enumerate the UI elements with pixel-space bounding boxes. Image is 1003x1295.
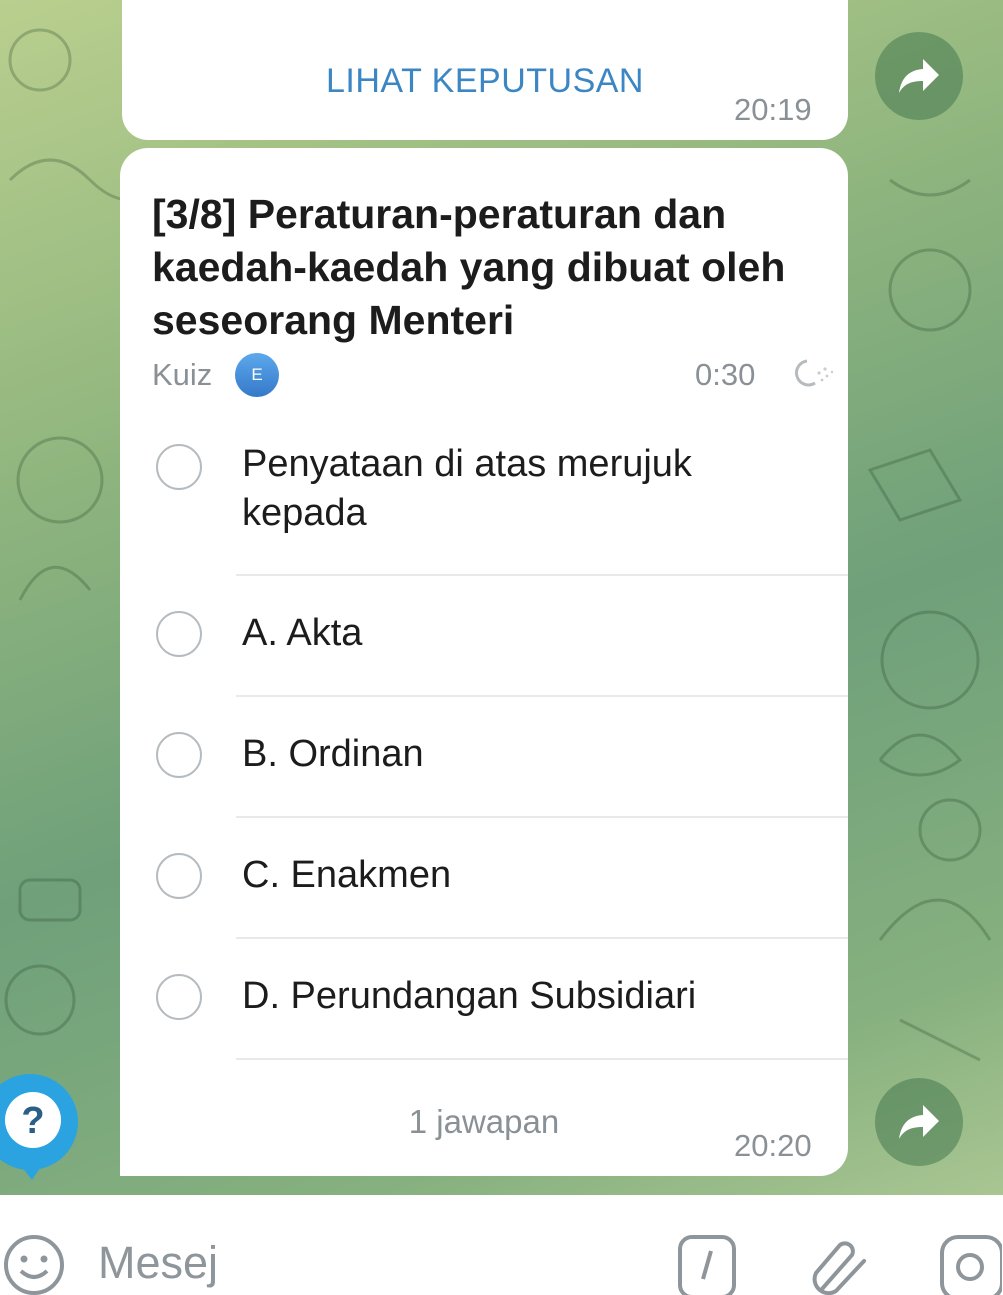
quiz-meta-row: Kuiz E 0:30 xyxy=(152,351,834,397)
voter-avatar[interactable]: E xyxy=(235,353,279,397)
message-input-bar: Mesej xyxy=(0,1195,1003,1295)
option-divider xyxy=(236,574,848,576)
radio-button[interactable] xyxy=(156,732,202,778)
previous-message-time: 20:19 xyxy=(734,92,812,127)
quiz-message-bubble: [3/8] Peraturan-peraturan dan kaedah-kae… xyxy=(120,148,848,1176)
slash-command-icon[interactable] xyxy=(676,1233,738,1295)
forward-button[interactable] xyxy=(875,1078,963,1166)
forward-arrow-icon xyxy=(899,59,939,93)
forward-arrow-icon xyxy=(899,1105,939,1139)
camera-icon[interactable] xyxy=(938,1233,1002,1295)
radio-button[interactable] xyxy=(156,974,202,1020)
paperclip-icon[interactable] xyxy=(808,1233,872,1295)
radio-button[interactable] xyxy=(156,853,202,899)
radio-button[interactable] xyxy=(156,444,202,490)
forward-button[interactable] xyxy=(875,32,963,120)
message-input[interactable]: Mesej xyxy=(98,1237,218,1289)
option-divider xyxy=(236,937,848,939)
option-divider xyxy=(236,816,848,818)
svg-text:?: ? xyxy=(21,1100,44,1142)
option-label: B. Ordinan xyxy=(242,733,424,775)
option-label: Penyataan di atas merujuk kepada xyxy=(242,443,692,534)
question-mark-icon[interactable]: ? xyxy=(0,1070,88,1180)
quiz-message-time: 20:20 xyxy=(734,1128,812,1163)
option-label: C. Enakmen xyxy=(242,854,452,896)
timer-icon xyxy=(795,359,834,387)
option-divider xyxy=(236,1058,848,1060)
quiz-timer: 0:30 xyxy=(695,357,756,392)
view-results-button[interactable]: LIHAT KEPUTUSAN xyxy=(242,62,728,101)
quiz-type-label: Kuiz xyxy=(152,357,213,392)
option-label: A. Akta xyxy=(242,612,363,654)
option-label: D. Perundangan Subsidiari xyxy=(242,975,697,1017)
quiz-question: [3/8] Peraturan-peraturan dan kaedah-kae… xyxy=(152,191,786,343)
emoji-smile-icon[interactable] xyxy=(2,1233,66,1295)
option-divider xyxy=(236,695,848,697)
radio-button[interactable] xyxy=(156,611,202,657)
